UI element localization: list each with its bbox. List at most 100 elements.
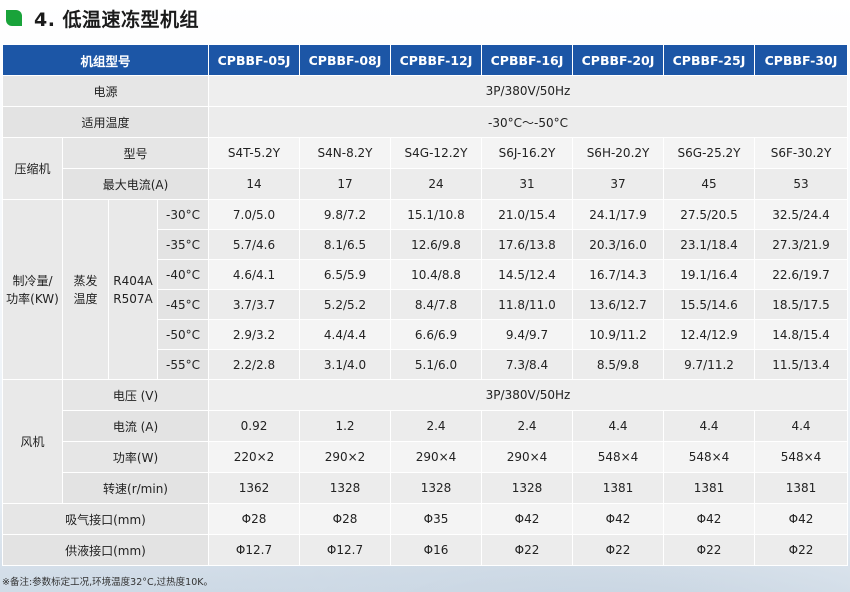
table-cell: 9.7/11.2 — [663, 349, 756, 380]
model-header: CPBBF-20J — [572, 44, 665, 76]
table-cell: 548×4 — [754, 441, 849, 473]
table-cell: 4.4/4.4 — [299, 319, 392, 350]
table-cell: Φ12.7 — [208, 534, 301, 566]
table-cell: S6J-16.2Y — [481, 137, 574, 169]
cooling-row: 制冷量/ 功率(KW) 蒸发 温度 R404A R507A -30°C 7.0/… — [2, 199, 849, 380]
power-value: 3P/380V/50Hz — [208, 75, 849, 107]
table-cell: Φ16 — [390, 534, 483, 566]
compressor-current-label: 最大电流(A) — [61, 168, 210, 200]
table-cell: S4N-8.2Y — [299, 137, 392, 169]
power-row: 电源 3P/380V/50Hz — [1, 75, 849, 107]
fan-current-label: 电流 (A) — [61, 410, 210, 442]
fan-voltage-row: 风机 电压 (V) 3P/380V/50Hz — [2, 379, 849, 504]
cooling-group: 制冷量/ 功率(KW) — [2, 199, 63, 380]
table-cell: Φ28 — [208, 503, 301, 535]
table-cell: 14 — [208, 168, 301, 200]
fan-voltage-label: 电压 (V) — [61, 379, 210, 411]
model-header: CPBBF-12J — [390, 44, 483, 76]
table-cell: 16.7/14.3 — [572, 259, 665, 290]
table-cell: Φ42 — [663, 503, 756, 535]
cooling-group-line2: 功率(KW) — [6, 291, 59, 306]
table-cell: 45 — [663, 168, 756, 200]
table-cell: 7.3/8.4 — [481, 349, 574, 380]
table-cell: 1328 — [481, 472, 574, 504]
table-cell: 10.9/11.2 — [572, 319, 665, 350]
title-text: 4. 低温速冻型机组 — [34, 8, 200, 31]
compressor-current-row: 最大电流(A) 14 17 24 31 37 45 53 — [3, 168, 849, 200]
table-cell: 15.1/10.8 — [390, 199, 483, 230]
table-cell: 2.2/2.8 — [208, 349, 301, 380]
evap-temp-value: -55°C — [156, 349, 210, 380]
model-header: CPBBF-05J — [208, 44, 301, 76]
suction-label: 吸气接口(mm) — [1, 503, 210, 535]
table-cell: 8.1/6.5 — [299, 229, 392, 260]
fan-group: 风机 — [2, 379, 63, 504]
refrig-line1: R404A — [113, 273, 153, 288]
evap-line1: 蒸发 — [73, 273, 98, 288]
table-cell: 1.2 — [299, 410, 392, 442]
table-cell: 548×4 — [663, 441, 756, 473]
table-cell: 3.1/4.0 — [299, 349, 392, 380]
fan-voltage-value: 3P/380V/50Hz — [208, 379, 849, 411]
evap-temp-value: -50°C — [156, 319, 210, 350]
table-cell: Φ35 — [390, 503, 483, 535]
table-cell: 23.1/18.4 — [663, 229, 756, 260]
table-cell: S6H-20.2Y — [572, 137, 665, 169]
suction-row: 吸气接口(mm) Φ28 Φ28 Φ35 Φ42 Φ42 Φ42 Φ42 — [1, 503, 849, 535]
evap-line2: 温度 — [73, 291, 98, 306]
table-cell: 32.5/24.4 — [754, 199, 849, 230]
evap-temp-value: -30°C — [156, 199, 210, 230]
temp-range-value: -30°C～-50°C — [208, 106, 849, 138]
table-cell: 2.4 — [390, 410, 483, 442]
power-label: 电源 — [1, 75, 210, 107]
table-cell: 5.7/4.6 — [208, 229, 301, 260]
table-cell: 11.5/13.4 — [754, 349, 849, 380]
table-cell: 290×2 — [299, 441, 392, 473]
table-cell: 24.1/17.9 — [572, 199, 665, 230]
evap-temp-value: -40°C — [156, 259, 210, 290]
table-cell: 21.0/15.4 — [481, 199, 574, 230]
liquid-row: 供液接口(mm) Φ12.7 Φ12.7 Φ16 Φ22 Φ22 Φ22 Φ22 — [1, 534, 849, 566]
table-cell: 4.4 — [572, 410, 665, 442]
table-cell: Φ22 — [663, 534, 756, 566]
table-cell: 5.1/6.0 — [390, 349, 483, 380]
fan-speed-row: 转速(r/min) 1362 1328 1328 1328 1381 1381 … — [3, 472, 849, 504]
table-cell: 22.6/19.7 — [754, 259, 849, 290]
table-cell: 18.5/17.5 — [754, 289, 849, 320]
temp-range-row: 适用温度 -30°C～-50°C — [1, 106, 849, 138]
table-cell: 1362 — [208, 472, 301, 504]
model-header: CPBBF-08J — [299, 44, 392, 76]
table-cell: 1381 — [663, 472, 756, 504]
table-cell: S4G-12.2Y — [390, 137, 483, 169]
table-cell: 4.4 — [663, 410, 756, 442]
compressor-model-label: 型号 — [61, 137, 210, 169]
table-cell: 6.6/6.9 — [390, 319, 483, 350]
table-cell: 5.2/5.2 — [299, 289, 392, 320]
table-cell: Φ22 — [572, 534, 665, 566]
table-cell: 0.92 — [208, 410, 301, 442]
cooling-group-line1: 制冷量/ — [12, 273, 53, 288]
table-cell: 1328 — [299, 472, 392, 504]
evap-temp-value: -45°C — [156, 289, 210, 320]
table-cell: 53 — [754, 168, 849, 200]
table-cell: 220×2 — [208, 441, 301, 473]
table-cell: 27.3/21.9 — [754, 229, 849, 260]
table-cell: 9.8/7.2 — [299, 199, 392, 230]
table-cell: 31 — [481, 168, 574, 200]
fan-power-label: 功率(W) — [61, 441, 210, 473]
fan-speed-label: 转速(r/min) — [61, 472, 210, 504]
table-cell: 548×4 — [572, 441, 665, 473]
evap-temp-value: -35°C — [156, 229, 210, 260]
temp-range-label: 适用温度 — [1, 106, 210, 138]
table-cell: 19.1/16.4 — [663, 259, 756, 290]
compressor-model-row: 压缩机 型号 S4T-5.2Y S4N-8.2Y S4G-12.2Y S6J-1… — [2, 137, 849, 200]
table-cell: 3.7/3.7 — [208, 289, 301, 320]
table-cell: 17 — [299, 168, 392, 200]
table-cell: 4.4 — [754, 410, 849, 442]
section-title: 4. 低温速冻型机组 — [6, 2, 199, 34]
table-cell: S4T-5.2Y — [208, 137, 301, 169]
table-cell: 1381 — [572, 472, 665, 504]
table-cell: 2.9/3.2 — [208, 319, 301, 350]
table-cell: 8.4/7.8 — [390, 289, 483, 320]
table-cell: 11.8/11.0 — [481, 289, 574, 320]
